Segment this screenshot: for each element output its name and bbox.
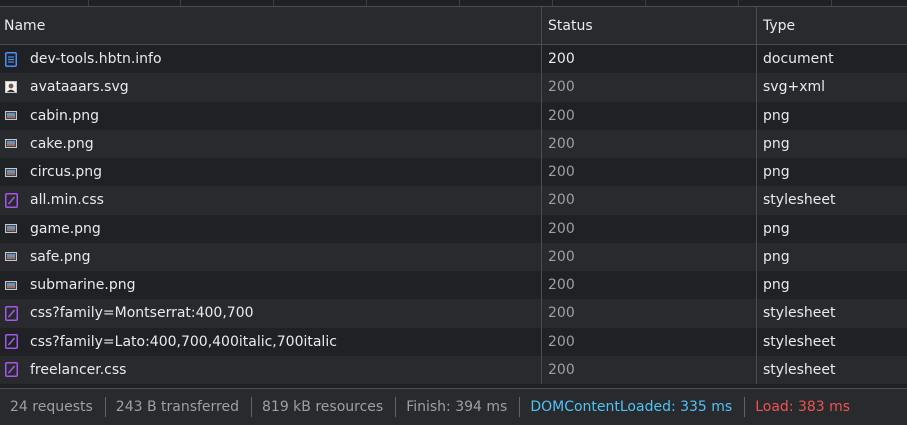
request-name-cell[interactable]: circus.png [0,158,542,187]
stylesheet-icon [4,362,18,378]
request-status: 200 [542,242,757,271]
request-name: freelancer.css [30,361,127,378]
request-name: safe.png [30,248,91,265]
request-status: 200 [542,355,757,384]
request-name-cell[interactable]: submarine.png [0,271,542,300]
request-status: 200 [542,299,757,328]
request-type: document [763,51,834,68]
image-icon [4,221,18,237]
request-name-cell[interactable]: freelancer.css [0,355,542,384]
request-status: 200 [542,186,757,215]
image-icon [4,108,18,124]
request-name-cell[interactable]: safe.png [0,242,542,271]
image-icon [4,136,18,152]
request-row[interactable]: circus.png 200 png [0,158,907,187]
request-type: stylesheet [763,361,836,378]
request-type: png [763,220,790,237]
request-status: 200 [542,214,757,243]
requests-count: 24 requests [10,399,93,415]
image-icon [4,249,18,265]
request-type: stylesheet [763,305,836,322]
request-type: svg+xml [763,79,826,96]
request-name-cell[interactable]: all.min.css [0,186,542,215]
request-name: all.min.css [30,192,104,209]
request-status: 200 [542,158,757,187]
network-summary-bar: 24 requests 243 B transferred 819 kB res… [0,388,907,425]
request-status: 200 [542,45,757,74]
request-name: circus.png [30,164,102,181]
request-name-cell[interactable]: cabin.png [0,101,542,130]
request-name: dev-tools.hbtn.info [30,51,162,68]
request-row[interactable]: css?family=Montserrat:400,700 200 styleshe… [0,299,907,328]
request-type: stylesheet [763,333,836,350]
request-name: cake.png [30,135,94,152]
stylesheet-icon [4,334,18,350]
column-header-type[interactable]: Type [757,7,907,44]
request-type: png [763,277,790,294]
request-row[interactable]: safe.png 200 png [0,242,907,271]
request-status: 200 [542,101,757,130]
request-type: png [763,248,790,265]
document-icon [4,51,18,67]
request-row[interactable]: freelancer.css 200 stylesheet [0,355,907,384]
request-row[interactable]: avataaars.svg 200 svg+xml [0,73,907,102]
request-name-cell[interactable]: css?family=Lato:400,700,400italic,700ita… [0,327,542,356]
request-row[interactable]: cake.png 200 png [0,129,907,158]
request-type: png [763,107,790,124]
request-row[interactable]: submarine.png 200 png [0,271,907,300]
request-name-cell[interactable]: cake.png [0,129,542,158]
request-name: cabin.png [30,107,100,124]
stylesheet-icon [4,192,18,208]
dom-content-loaded-time: DOMContentLoaded: 335 ms [530,399,733,415]
request-row[interactable]: all.min.css 200 stylesheet [0,186,907,215]
request-name: css?family=Montserrat:400,700 [30,305,254,322]
image-icon [4,164,18,180]
request-status: 200 [542,271,757,300]
request-row[interactable]: cabin.png 200 png [0,101,907,130]
timeline-overview[interactable] [0,0,907,7]
image-icon [4,277,18,293]
stylesheet-icon [4,305,18,321]
request-name-cell[interactable]: game.png [0,214,542,243]
request-name: css?family=Lato:400,700,400italic,700ita… [30,333,337,350]
column-header-name[interactable]: Name [0,7,542,44]
request-name-cell[interactable]: css?family=Montserrat:400,700 [0,299,542,328]
request-row[interactable]: game.png 200 png [0,214,907,243]
request-type: png [763,135,790,152]
request-name-cell[interactable]: dev-tools.hbtn.info [0,45,542,74]
column-header-status[interactable]: Status [542,7,757,44]
request-name-cell[interactable]: avataaars.svg [0,73,542,102]
request-status: 200 [542,327,757,356]
avatar-image-icon [4,79,18,95]
request-type: stylesheet [763,192,836,209]
request-name: game.png [30,220,101,237]
request-status: 200 [542,129,757,158]
resources-size: 819 kB resources [262,399,384,415]
transferred-size: 243 B transferred [115,399,239,415]
load-time: Load: 383 ms [755,399,851,415]
network-requests-table: Name Status Type dev-tools.hbtn.info 200 d… [0,7,907,384]
request-row[interactable]: css?family=Lato:400,700,400italic,700ita… [0,327,907,356]
request-name: avataaars.svg [30,79,129,96]
request-status: 200 [542,73,757,102]
request-row[interactable]: dev-tools.hbtn.info 200 document [0,45,907,74]
request-type: png [763,164,790,181]
request-name: submarine.png [30,277,136,294]
table-header: Name Status Type [0,7,907,45]
finish-time: Finish: 394 ms [406,399,508,415]
